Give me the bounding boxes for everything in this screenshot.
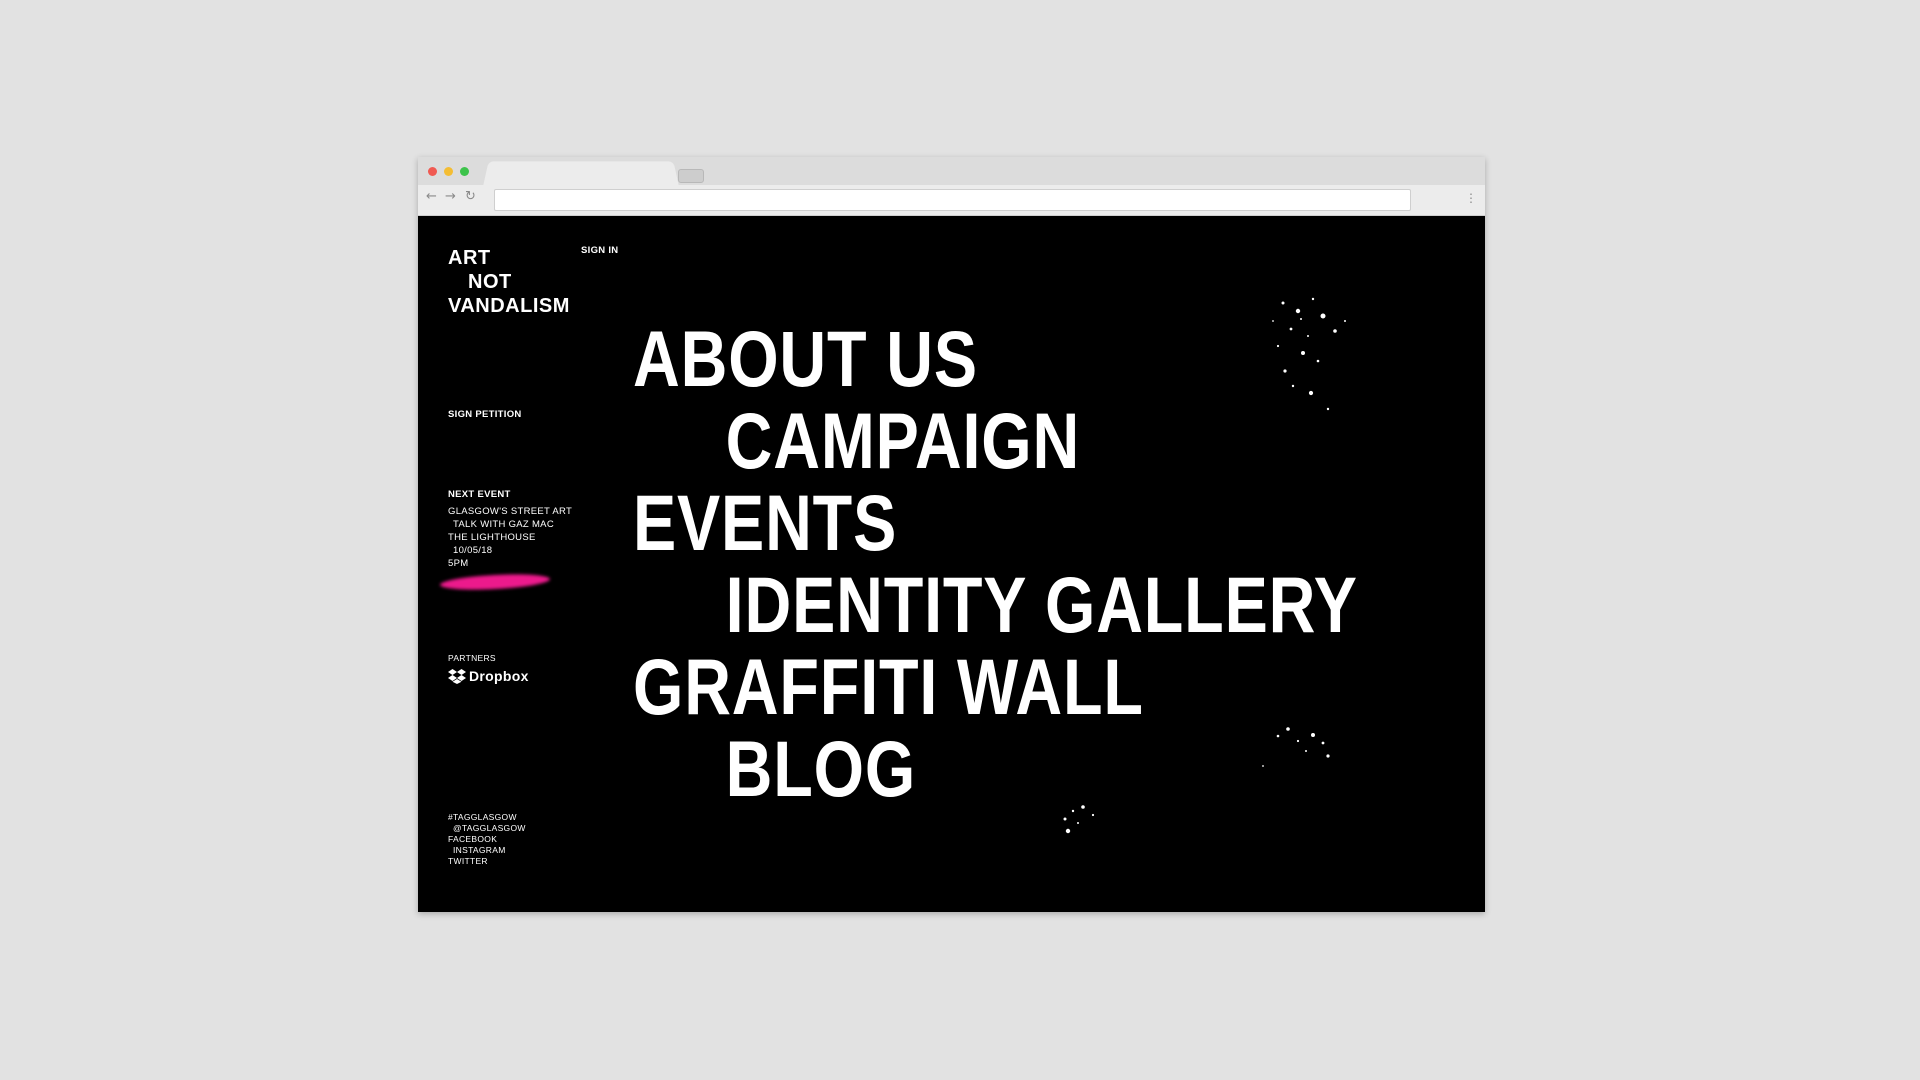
event-venue: THE LIGHTHOUSE bbox=[448, 532, 536, 543]
forward-arrow-icon[interactable]: → bbox=[445, 190, 456, 204]
new-tab-button[interactable] bbox=[678, 169, 704, 183]
event-title-line-2: TALK WITH GAZ MAC bbox=[453, 519, 554, 530]
site-logo[interactable]: ART NOT VANDALISM bbox=[448, 246, 570, 318]
address-bar[interactable] bbox=[494, 189, 1411, 211]
nav-identity-gallery[interactable]: IDENTITY GALLERY bbox=[633, 564, 1358, 646]
social-link-hashtag[interactable]: #TAGGLASGOW bbox=[448, 812, 526, 823]
event-time: 5PM bbox=[448, 558, 469, 569]
dropbox-partner-logo[interactable]: Dropbox bbox=[448, 669, 529, 684]
social-link-twitter[interactable]: TWITTER bbox=[448, 856, 526, 867]
dropbox-name: Dropbox bbox=[469, 668, 529, 684]
webpage: ART NOT VANDALISM SIGN IN SIGN PETITION … bbox=[418, 216, 1485, 912]
partners-section: PARTNERS Dropbox bbox=[448, 652, 529, 684]
social-links: #TAGGLASGOW @TAGGLASGOW FACEBOOK INSTAGR… bbox=[448, 812, 526, 867]
browser-chrome: ← → ↻ ⋮ bbox=[418, 157, 1485, 216]
sign-petition-link[interactable]: SIGN PETITION bbox=[448, 408, 522, 421]
event-date: 10/05/18 bbox=[453, 545, 493, 556]
maximize-window-button[interactable] bbox=[460, 167, 469, 176]
sign-in-link[interactable]: SIGN IN bbox=[581, 244, 618, 257]
next-event-panel: NEXT EVENT GLASGOW'S STREET ART TALK WIT… bbox=[448, 488, 572, 570]
social-link-instagram[interactable]: INSTAGRAM bbox=[448, 845, 526, 856]
logo-line-3: VANDALISM bbox=[448, 295, 570, 317]
pink-spray-mark bbox=[439, 572, 551, 592]
paint-splatter-top bbox=[1272, 297, 1346, 411]
close-window-button[interactable] bbox=[428, 167, 437, 176]
nav-campaign[interactable]: CAMPAIGN bbox=[633, 400, 1358, 482]
browser-window: ← → ↻ ⋮ ART NOT VANDALISM SIGN IN SIGN P… bbox=[418, 157, 1485, 912]
logo-line-2: NOT bbox=[468, 271, 512, 293]
browser-menu-icon[interactable]: ⋮ bbox=[1465, 191, 1477, 205]
nav-about-us[interactable]: ABOUT US bbox=[633, 318, 1358, 400]
event-title-line-1: GLASGOW'S STREET ART bbox=[448, 506, 573, 517]
social-link-facebook[interactable]: FACEBOOK bbox=[448, 834, 526, 845]
logo-line-1: ART bbox=[448, 247, 491, 269]
nav-events[interactable]: EVENTS bbox=[633, 482, 1358, 564]
nav-graffiti-wall[interactable]: GRAFFITI WALL bbox=[633, 646, 1358, 728]
back-arrow-icon[interactable]: ← bbox=[426, 190, 437, 204]
tab-strip bbox=[418, 157, 1485, 186]
browser-tab[interactable] bbox=[483, 161, 679, 186]
nav-blog[interactable]: BLOG bbox=[633, 728, 1358, 810]
dropbox-icon bbox=[448, 669, 466, 684]
paint-splatter-bottom bbox=[1063, 805, 1095, 834]
paint-splatter-middle bbox=[1262, 727, 1330, 767]
next-event-heading: NEXT EVENT bbox=[448, 489, 511, 500]
reload-icon[interactable]: ↻ bbox=[465, 190, 476, 204]
minimize-window-button[interactable] bbox=[444, 167, 453, 176]
partners-label: PARTNERS bbox=[448, 653, 496, 663]
social-link-handle[interactable]: @TAGGLASGOW bbox=[448, 823, 526, 834]
